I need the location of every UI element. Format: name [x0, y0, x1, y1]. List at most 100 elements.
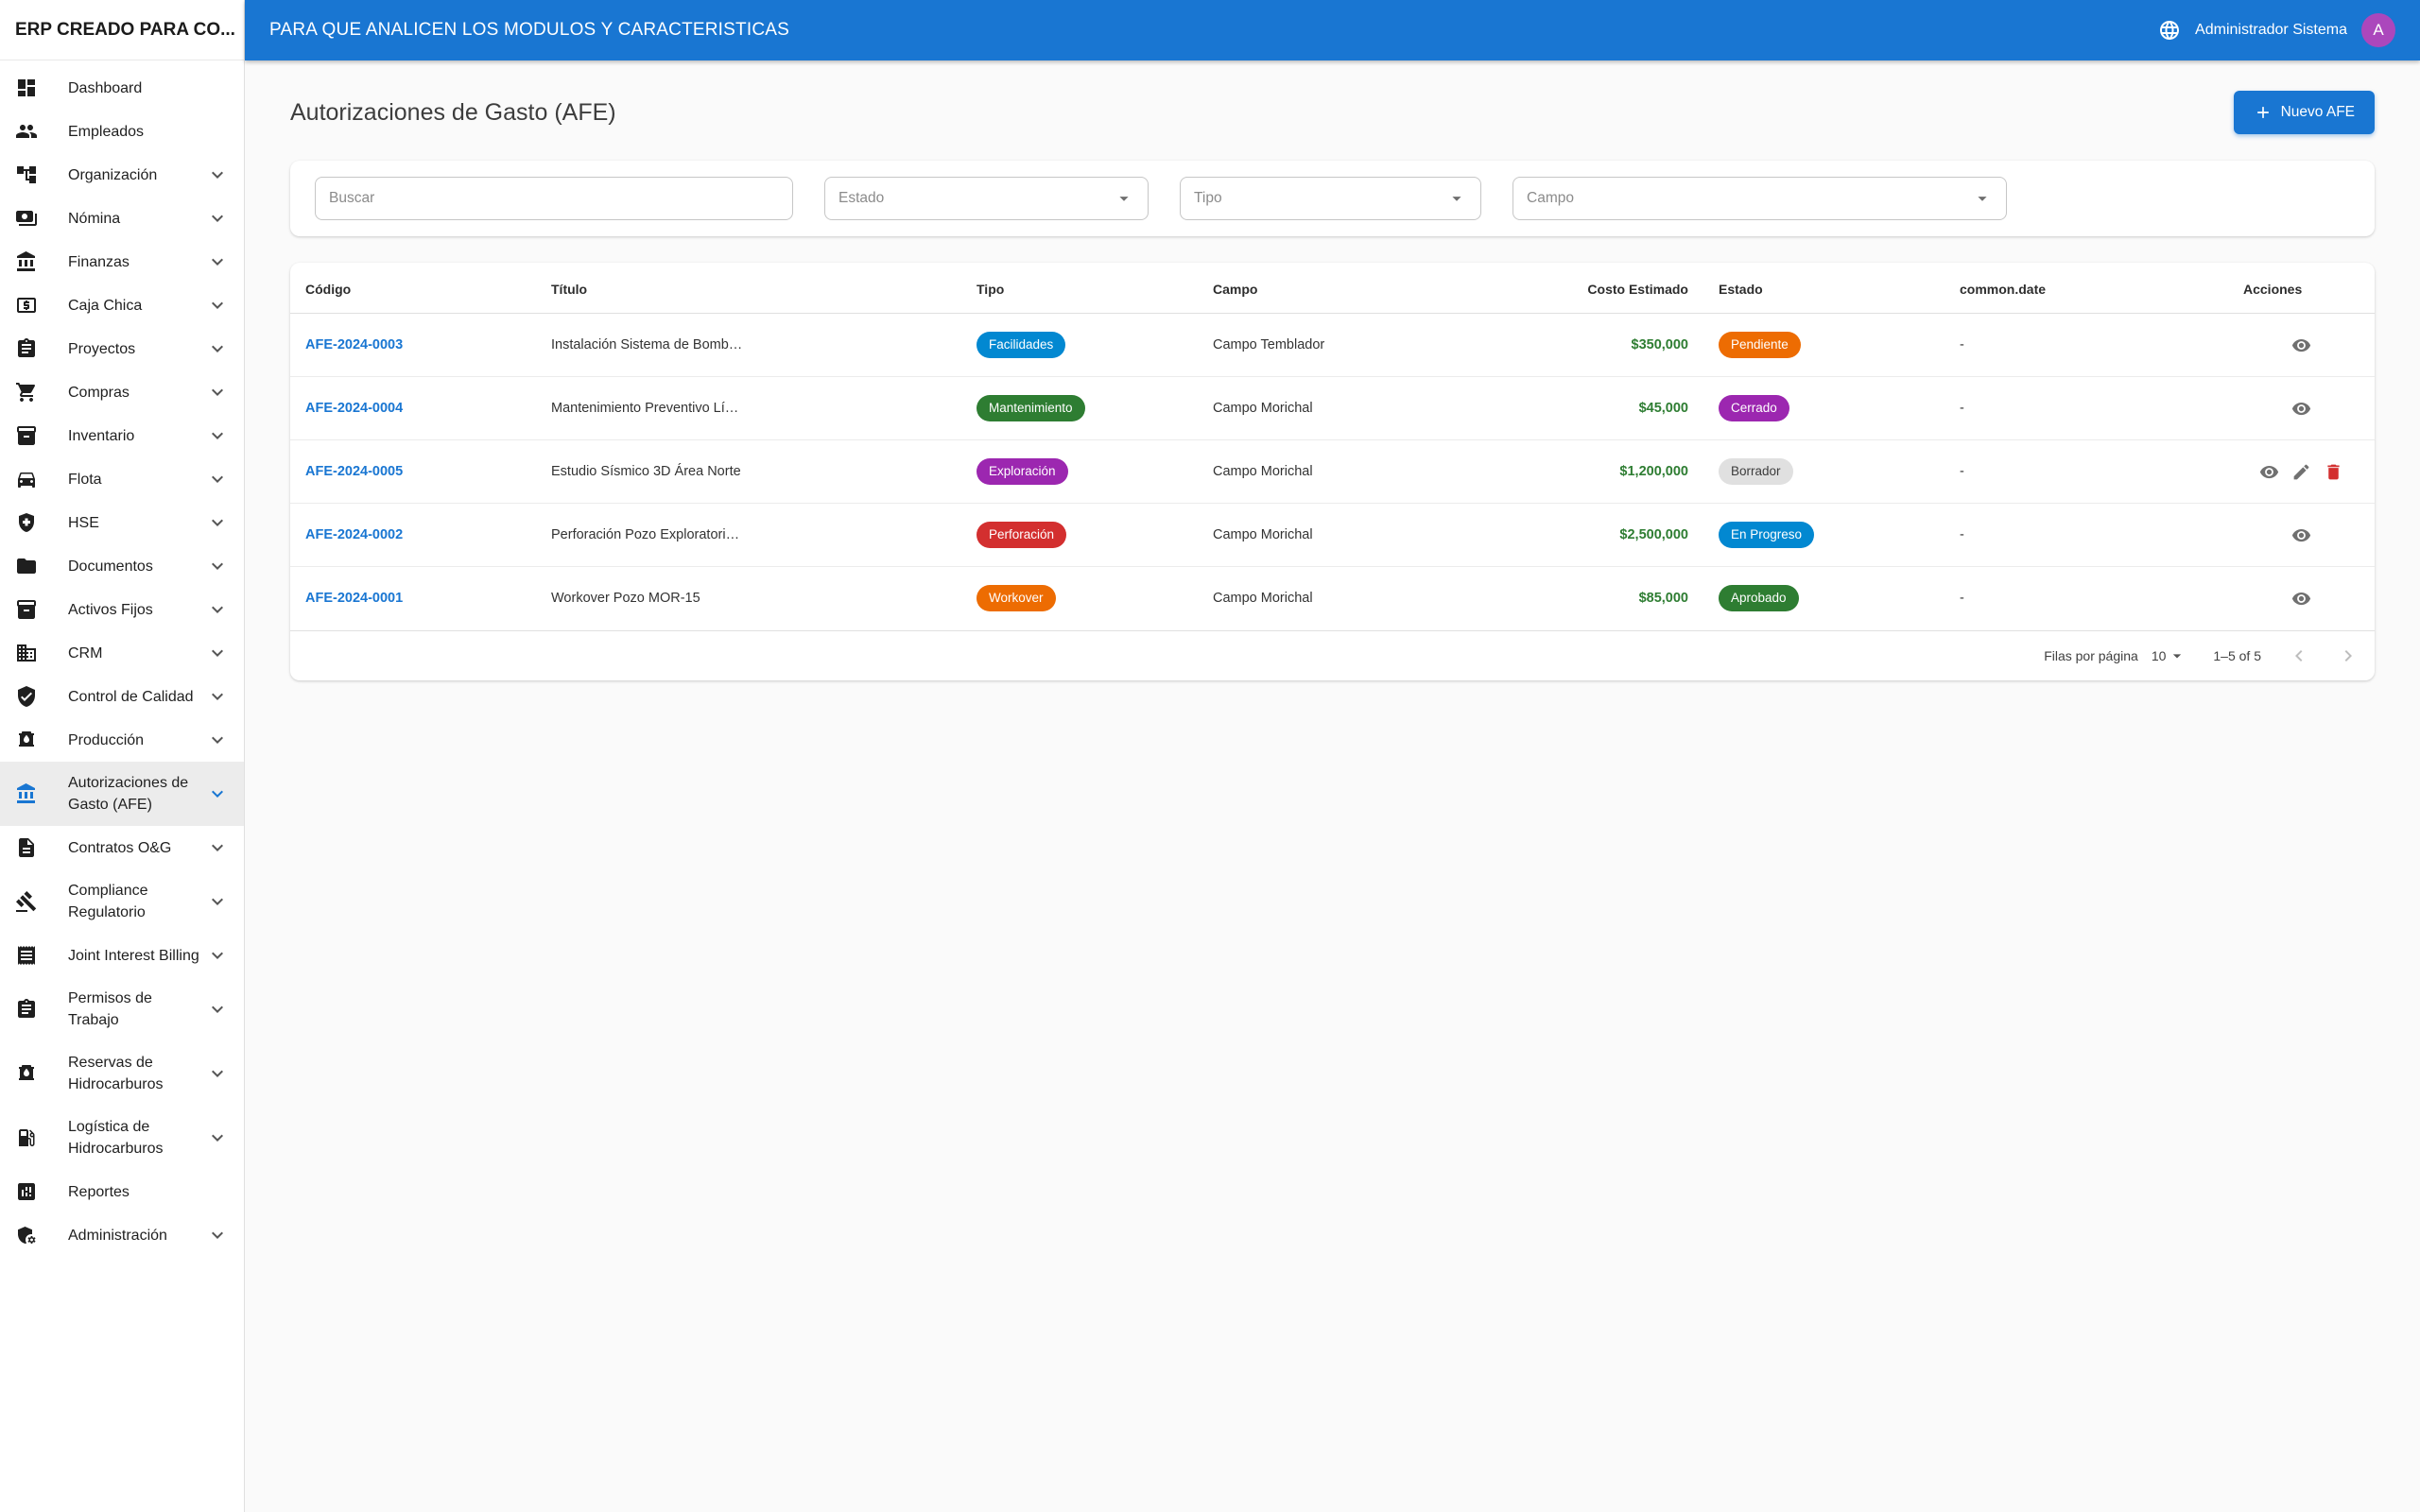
clipboard-icon: [15, 337, 38, 360]
folder-icon: [15, 555, 38, 577]
date-cell: -: [1945, 377, 2228, 440]
chevron-right-icon: [2337, 644, 2360, 667]
view-action-icon[interactable]: [2259, 462, 2279, 482]
column-header-campo: Campo: [1198, 263, 1562, 314]
afe-code-link[interactable]: AFE-2024-0001: [305, 591, 403, 606]
arrow-drop-down-icon: [2168, 646, 2187, 665]
dashboard-icon: [15, 77, 38, 99]
sidebar-item-compliance-regulatorio[interactable]: Compliance Regulatorio: [0, 869, 244, 934]
view-action-icon[interactable]: [2291, 589, 2311, 609]
sidebar-item-reportes[interactable]: Reportes: [0, 1170, 244, 1213]
view-action-icon[interactable]: [2291, 525, 2311, 545]
dropdown-arrow-icon: [2168, 646, 2187, 665]
admin-gear-icon: [15, 1224, 38, 1246]
rows-per-page-label: Filas por página: [2044, 648, 2138, 663]
sidebar-item-proyectos[interactable]: Proyectos: [0, 327, 244, 370]
costo-value: $1,200,000: [1619, 464, 1688, 479]
sidebar-item-contratos-o-g[interactable]: Contratos O&G: [0, 826, 244, 869]
previous-page-button[interactable]: [2288, 644, 2310, 667]
health-shield-icon: [15, 511, 38, 534]
app-title: ERP CREADO PARA CO...: [0, 0, 244, 60]
topbar: PARA QUE ANALICEN LOS MODULOS Y CARACTER…: [245, 0, 2420, 60]
gas-station-icon: [15, 1126, 38, 1149]
expand-more-icon: [206, 890, 229, 913]
tipo-filter-select[interactable]: Tipo: [1180, 177, 1481, 220]
sidebar-item-caja-chica[interactable]: Caja Chica: [0, 284, 244, 327]
column-header-titulo: Título: [536, 263, 961, 314]
table-row: AFE-2024-0003Instalación Sistema de Bomb…: [290, 314, 2375, 377]
sidebar-item-label: Compliance Regulatorio: [68, 880, 200, 923]
sidebar-item-label: Proyectos: [68, 338, 200, 360]
sidebar-item-activos-fijos[interactable]: Activos Fijos: [0, 588, 244, 631]
costo-value: $45,000: [1639, 401, 1688, 416]
arrow-drop-down-icon: [1446, 188, 1467, 209]
expand-more-icon: [206, 424, 229, 447]
sidebar-item-empleados[interactable]: Empleados: [0, 110, 244, 153]
plus-icon: [2254, 103, 2273, 122]
sidebar-item-administracion[interactable]: Administración: [0, 1213, 244, 1257]
receipt-icon: [15, 944, 38, 967]
sidebar-item-crm[interactable]: CRM: [0, 631, 244, 675]
view-action-icon[interactable]: [2291, 399, 2311, 419]
language-globe-button[interactable]: [2158, 19, 2181, 42]
sidebar-item-flota[interactable]: Flota: [0, 457, 244, 501]
afe-title-cell: Workover Pozo MOR-15: [536, 567, 961, 630]
sidebar-item-label: Empleados: [68, 121, 229, 143]
column-header-tipo: Tipo: [961, 263, 1198, 314]
sidebar-item-logistica-de-hidrocarburos[interactable]: Logística de Hidrocarburos: [0, 1106, 244, 1170]
campo-cell: Campo Morichal: [1198, 440, 1562, 504]
sidebar-item-label: Permisos de Trabajo: [68, 988, 200, 1031]
pagination-range: 1–5 of 5: [2213, 648, 2261, 663]
date-cell: -: [1945, 504, 2228, 567]
row-actions: [2243, 399, 2360, 419]
sidebar-item-produccion[interactable]: Producción: [0, 718, 244, 762]
afe-title-cell: Mantenimiento Preventivo Lí…: [536, 377, 961, 440]
inventory-box-icon: [15, 598, 38, 621]
afe-table-card: CódigoTítuloTipoCampoCosto EstimadoEstad…: [290, 263, 2375, 680]
avatar[interactable]: A: [2361, 13, 2395, 47]
sidebar-item-label: Reportes: [68, 1181, 229, 1203]
new-afe-button-label: Nuevo AFE: [2281, 104, 2355, 121]
afe-code-link[interactable]: AFE-2024-0005: [305, 464, 403, 479]
expand-more-icon: [206, 381, 229, 404]
sidebar-item-label: Autorizaciones de Gasto (AFE): [68, 772, 200, 816]
campo-filter-select[interactable]: Campo: [1512, 177, 2007, 220]
row-actions: [2243, 335, 2360, 355]
afe-code-link[interactable]: AFE-2024-0003: [305, 337, 403, 352]
campo-cell: Campo Morichal: [1198, 377, 1562, 440]
sidebar-item-finanzas[interactable]: Finanzas: [0, 240, 244, 284]
tipo-chip: Exploración: [977, 458, 1068, 485]
sidebar-nav: Dashboard Empleados OrganizaciónNóminaFina…: [0, 60, 244, 1263]
sidebar-item-label: Inventario: [68, 425, 200, 447]
sidebar-item-compras[interactable]: Compras: [0, 370, 244, 414]
sidebar-item-joint-interest-billing[interactable]: Joint Interest Billing: [0, 934, 244, 977]
sidebar-item-control-de-calidad[interactable]: Control de Calidad: [0, 675, 244, 718]
afe-code-link[interactable]: AFE-2024-0004: [305, 401, 403, 416]
car-icon: [15, 468, 38, 490]
sidebar-item-hse[interactable]: HSE: [0, 501, 244, 544]
rows-per-page-select[interactable]: 10: [2152, 646, 2187, 665]
user-name: Administrador Sistema: [2195, 22, 2347, 39]
new-afe-button[interactable]: Nuevo AFE: [2234, 91, 2375, 134]
sidebar-item-label: Activos Fijos: [68, 599, 200, 621]
estado-chip: En Progreso: [1719, 522, 1814, 548]
sidebar-item-organizacion[interactable]: Organización: [0, 153, 244, 197]
sidebar-item-inventario[interactable]: Inventario: [0, 414, 244, 457]
building-icon: [15, 642, 38, 664]
delete-action-icon[interactable]: [2324, 462, 2343, 482]
estado-filter-select[interactable]: Estado: [824, 177, 1149, 220]
sidebar-item-reservas-de-hidrocarburos[interactable]: Reservas de Hidrocarburos: [0, 1041, 244, 1106]
sidebar-item-permisos-de-trabajo[interactable]: Permisos de Trabajo: [0, 977, 244, 1041]
edit-action-icon[interactable]: [2291, 462, 2311, 482]
sidebar-item-nomina[interactable]: Nómina: [0, 197, 244, 240]
sidebar-item-dashboard[interactable]: Dashboard: [0, 66, 244, 110]
sidebar-item-documentos[interactable]: Documentos: [0, 544, 244, 588]
search-input[interactable]: [315, 177, 793, 220]
next-page-button[interactable]: [2337, 644, 2360, 667]
view-action-icon[interactable]: [2291, 335, 2311, 355]
afe-code-link[interactable]: AFE-2024-0002: [305, 527, 403, 542]
table-row: AFE-2024-0004 Mantenimiento Preventivo Lí…: [290, 377, 2375, 440]
tipo-chip: Perforación: [977, 522, 1066, 548]
sidebar-item-autorizaciones-de-gasto-afe[interactable]: Autorizaciones de Gasto (AFE): [0, 762, 244, 826]
sidebar-item-label: Flota: [68, 469, 200, 490]
